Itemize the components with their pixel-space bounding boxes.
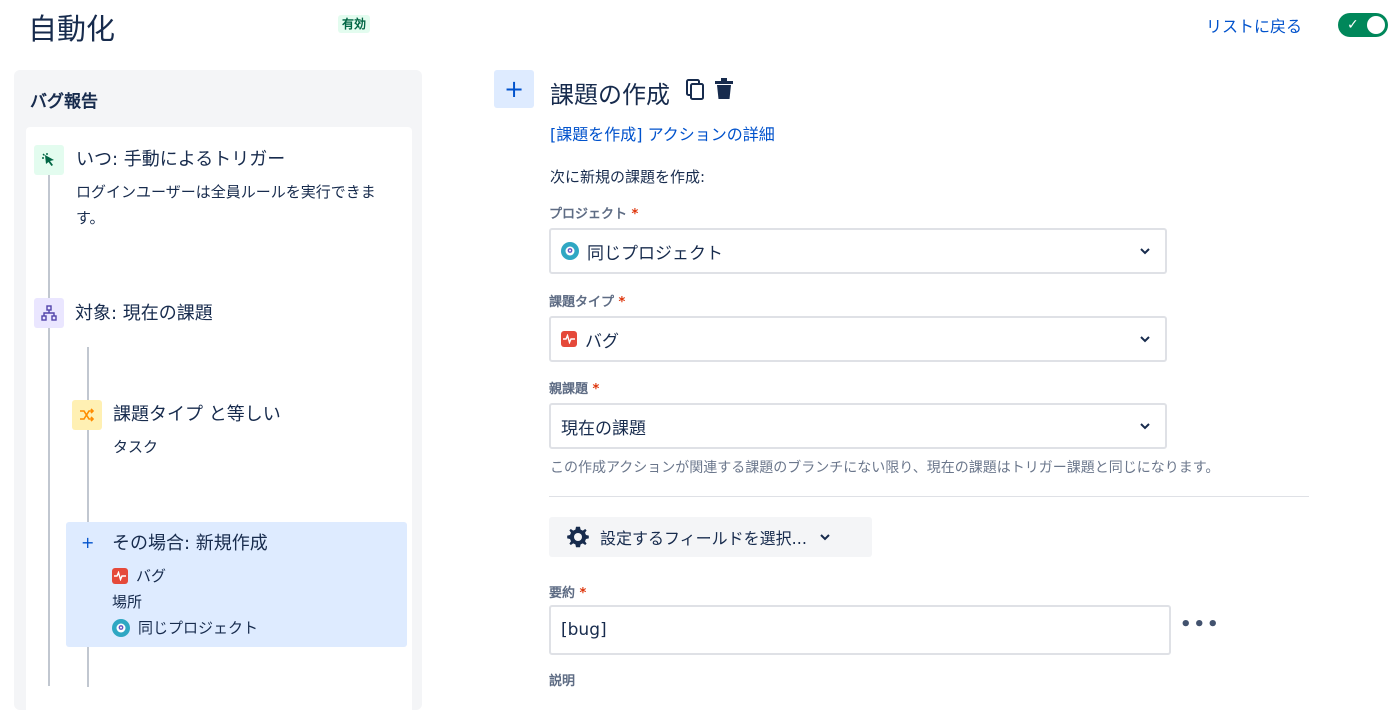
step-location-label: 場所 bbox=[112, 593, 143, 611]
project-field-label: プロジェクト * bbox=[549, 203, 638, 222]
choose-fields-label: 設定するフィールドを選択... bbox=[600, 529, 807, 548]
step-description: タスク bbox=[113, 438, 159, 456]
bug-icon bbox=[112, 568, 128, 584]
required-mark: * bbox=[631, 207, 639, 222]
cursor-click-icon bbox=[34, 145, 64, 175]
project-avatar-icon bbox=[561, 242, 579, 260]
select-value: バグ bbox=[585, 331, 619, 352]
action-title: 課題の作成 bbox=[550, 81, 670, 109]
add-component-button[interactable]: + bbox=[494, 70, 534, 108]
chevron-down-icon bbox=[1125, 335, 1165, 343]
step-trigger[interactable]: いつ: 手動によるトリガー ログインユーザーは全員ルールを実行できます。 bbox=[34, 143, 394, 243]
issue-type-field-label: 課題タイプ * bbox=[549, 291, 625, 310]
parent-field-label: 親課題 * bbox=[549, 378, 599, 397]
parent-helper-text: この作成アクションが関連する課題のブランチにない限り、現在の課題はトリガー課題と… bbox=[550, 460, 1220, 476]
description-field-label: 説明 bbox=[549, 674, 576, 689]
chevron-down-icon bbox=[1125, 247, 1165, 255]
plus-icon: + bbox=[81, 533, 95, 552]
step-condition[interactable]: 課題タイプ と等しい タスク bbox=[72, 398, 392, 468]
label-text: 要約 bbox=[549, 586, 576, 601]
step-title: 課題タイプ と等しい bbox=[113, 404, 281, 425]
intro-text: 次に新規の課題を作成: bbox=[550, 168, 706, 186]
connector-line bbox=[48, 326, 50, 686]
rule-enabled-toggle[interactable]: ✓ bbox=[1338, 13, 1388, 37]
copy-icon[interactable] bbox=[685, 79, 705, 105]
project-text: 同じプロジェクト bbox=[138, 619, 259, 637]
required-mark: * bbox=[592, 382, 600, 397]
choose-fields-button[interactable]: 設定するフィールドを選択... bbox=[549, 517, 872, 557]
page-title: 自動化 bbox=[28, 12, 116, 46]
step-title: 対象: 現在の課題 bbox=[75, 303, 213, 324]
parent-select[interactable]: 現在の課題 bbox=[549, 403, 1167, 449]
summary-field-label: 要約 * bbox=[549, 582, 586, 601]
select-value: 現在の課題 bbox=[561, 418, 646, 439]
bug-icon bbox=[561, 331, 577, 347]
more-options-button[interactable]: ••• bbox=[1180, 614, 1221, 635]
action-details-link[interactable]: [課題を作成] アクションの詳細 bbox=[550, 121, 775, 145]
divider bbox=[549, 496, 1309, 497]
required-mark: * bbox=[579, 586, 587, 601]
step-project: 同じプロジェクト bbox=[112, 615, 258, 641]
status-badge: 有効 bbox=[338, 15, 371, 33]
issue-type-text: バグ bbox=[136, 567, 167, 585]
step-scope[interactable]: 対象: 現在の課題 bbox=[34, 297, 394, 331]
step-action-selected[interactable]: + その場合: 新規作成 バグ 場所 同じプロジェクト bbox=[66, 522, 407, 647]
label-text: プロジェクト bbox=[549, 207, 628, 222]
step-issue-type: バグ bbox=[112, 563, 166, 589]
label-text: 親課題 bbox=[549, 382, 589, 397]
toggle-knob bbox=[1367, 16, 1385, 34]
check-icon: ✓ bbox=[1347, 17, 1359, 33]
project-avatar-icon bbox=[112, 619, 130, 637]
gear-icon bbox=[566, 525, 590, 549]
select-value: 同じプロジェクト bbox=[587, 243, 723, 264]
step-description: ログインユーザーは全員ルールを実行できます。 bbox=[76, 183, 376, 227]
rule-name: バグ報告 bbox=[30, 92, 98, 112]
chevron-down-icon bbox=[1125, 422, 1165, 430]
step-title: いつ: 手動によるトリガー bbox=[76, 149, 286, 170]
issue-type-select[interactable]: バグ bbox=[549, 316, 1167, 362]
chevron-down-icon bbox=[819, 533, 831, 541]
step-title: その場合: 新規作成 bbox=[112, 533, 268, 554]
required-mark: * bbox=[618, 295, 626, 310]
trash-icon[interactable] bbox=[714, 78, 734, 104]
label-text: 課題タイプ bbox=[549, 295, 615, 310]
connector-line bbox=[87, 647, 89, 687]
summary-input[interactable] bbox=[549, 605, 1171, 655]
shuffle-icon bbox=[72, 400, 102, 430]
project-select[interactable]: 同じプロジェクト bbox=[549, 228, 1167, 274]
hierarchy-icon bbox=[34, 298, 64, 328]
back-to-list-link[interactable]: リストに戻る bbox=[1206, 13, 1302, 37]
